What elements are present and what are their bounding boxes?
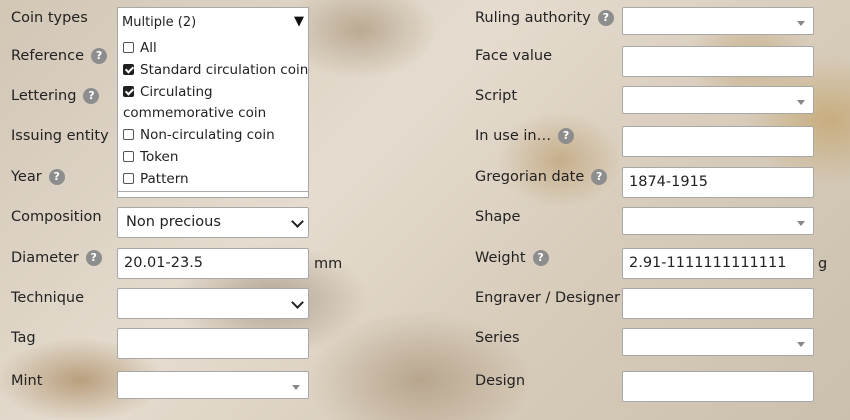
year-label: Year?: [11, 169, 65, 185]
caret-down-icon: [797, 21, 805, 26]
option-non-circulating-coin[interactable]: Non-circulating coin: [123, 127, 275, 143]
option-all[interactable]: All: [123, 40, 157, 56]
ruling-authority-label: Ruling authority?: [475, 10, 614, 26]
option-pattern[interactable]: Pattern: [123, 171, 189, 187]
weight-label: Weight?: [475, 250, 549, 266]
option-commemorative-coin-continued[interactable]: commemorative coin: [123, 105, 266, 121]
script-select[interactable]: [622, 86, 814, 114]
checkbox-checked-icon[interactable]: [123, 64, 134, 75]
coin-types-label: Coin types: [11, 10, 88, 26]
dropdown-triangle-icon[interactable]: ▼: [294, 14, 304, 29]
script-label: Script: [475, 88, 518, 104]
checkbox-icon[interactable]: [123, 173, 134, 184]
option-circulating-commemorative-coin[interactable]: Circulating: [123, 84, 213, 100]
coin-types-summary[interactable]: Multiple (2): [122, 15, 196, 30]
caret-down-icon: [797, 100, 805, 105]
issuing-entity-label: Issuing entity: [11, 128, 109, 144]
technique-select[interactable]: [117, 288, 309, 319]
help-icon[interactable]: ?: [558, 128, 575, 144]
option-token[interactable]: Token: [123, 149, 178, 165]
option-standard-circulation-coin[interactable]: Standard circulation coin: [123, 62, 308, 78]
chevron-down-icon: [291, 296, 304, 309]
caret-down-icon: [797, 342, 805, 347]
in-use-in-input[interactable]: [622, 126, 814, 157]
mint-label: Mint: [11, 373, 43, 389]
ruling-authority-select[interactable]: [622, 7, 814, 35]
weight-input[interactable]: 2.91-1111111111111: [622, 248, 814, 279]
composition-label: Composition: [11, 209, 102, 225]
caret-down-icon: [797, 221, 805, 226]
checkbox-checked-icon[interactable]: [123, 86, 134, 97]
diameter-value: 20.01-23.5: [124, 255, 204, 271]
checkbox-icon[interactable]: [123, 151, 134, 162]
multiselect-divider: [118, 191, 308, 192]
help-icon[interactable]: ?: [91, 48, 108, 64]
gregorian-date-label: Gregorian date?: [475, 169, 608, 185]
help-icon[interactable]: ?: [83, 88, 100, 104]
technique-label: Technique: [11, 290, 85, 306]
shape-label: Shape: [475, 209, 521, 225]
engraver-designer-input[interactable]: [622, 288, 814, 319]
weight-value: 2.91-1111111111111: [629, 255, 787, 271]
design-label: Design: [475, 373, 526, 389]
tag-label: Tag: [11, 330, 36, 346]
series-label: Series: [475, 330, 520, 346]
diameter-label: Diameter?: [11, 250, 102, 266]
checkbox-icon[interactable]: [123, 42, 134, 53]
face-value-input[interactable]: [622, 46, 814, 77]
help-icon[interactable]: ?: [532, 250, 549, 266]
lettering-label: Lettering?: [11, 88, 100, 104]
weight-unit: g: [818, 256, 828, 272]
coin-types-multiselect[interactable]: Multiple (2) ▼ All Standard circulation …: [117, 7, 309, 198]
engraver-designer-label: Engraver / Designer: [475, 290, 620, 306]
diameter-unit: mm: [314, 256, 343, 272]
design-input[interactable]: [622, 371, 814, 402]
shape-select[interactable]: [622, 207, 814, 235]
gregorian-date-input[interactable]: 1874-1915: [622, 167, 814, 198]
help-icon[interactable]: ?: [597, 10, 614, 26]
in-use-in-label: In use in…?: [475, 128, 575, 144]
series-select[interactable]: [622, 328, 814, 356]
composition-value: Non precious: [126, 214, 221, 230]
reference-label: Reference?: [11, 48, 108, 64]
help-icon[interactable]: ?: [85, 250, 102, 266]
help-icon[interactable]: ?: [48, 169, 65, 185]
caret-down-icon: [292, 385, 300, 390]
mint-select[interactable]: [117, 371, 309, 399]
composition-select[interactable]: Non precious: [117, 207, 309, 238]
tag-input[interactable]: [117, 328, 309, 359]
gregorian-date-value: 1874-1915: [629, 174, 709, 190]
face-value-label: Face value: [475, 48, 553, 64]
chevron-down-icon: [291, 215, 304, 228]
checkbox-icon[interactable]: [123, 129, 134, 140]
diameter-input[interactable]: 20.01-23.5: [117, 248, 309, 279]
help-icon[interactable]: ?: [591, 169, 608, 185]
